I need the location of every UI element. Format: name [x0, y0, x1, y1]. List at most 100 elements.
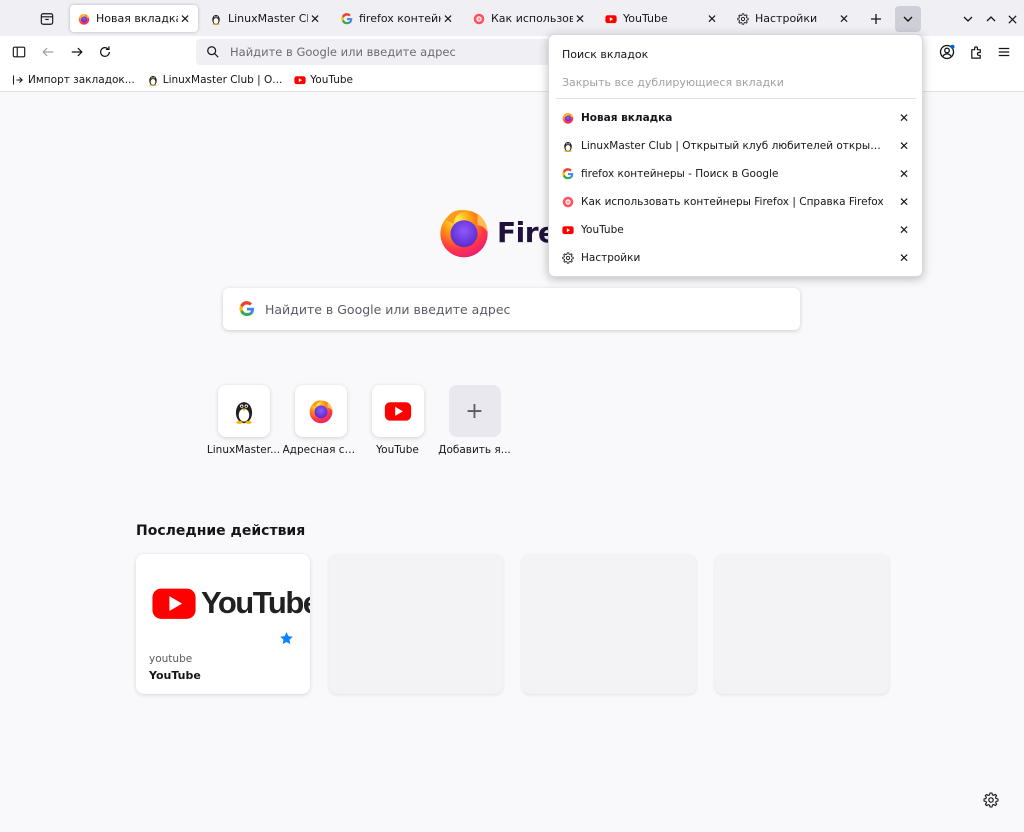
shortcut-label: Адресная ст... [282, 444, 359, 456]
tab-title: LinuxMaster Club [228, 12, 308, 25]
gear-icon[interactable] [983, 792, 999, 808]
tab-settings[interactable]: Настройки ✕ [729, 5, 857, 32]
close-icon[interactable]: ✕ [308, 12, 322, 26]
close-icon[interactable]: ✕ [897, 139, 911, 153]
tux-icon [562, 140, 574, 152]
card-title: YouTube [149, 669, 201, 682]
menu-button[interactable] [991, 39, 1017, 65]
plus-icon [871, 14, 881, 24]
shortcut-tile[interactable] [217, 385, 270, 437]
shortcut-tile[interactable] [371, 385, 424, 437]
shortcut-address-bar[interactable]: Адресная ст... [282, 385, 359, 456]
search-tabs-item[interactable]: Поиск вкладок [549, 42, 922, 66]
tux-icon [231, 398, 257, 424]
firefox-icon [562, 112, 574, 124]
tab-title: Настройки [755, 12, 818, 25]
tab-title: firefox контейнеры [359, 12, 441, 25]
extensions-button[interactable] [963, 39, 989, 65]
close-icon[interactable]: ✕ [441, 12, 455, 26]
url-bar[interactable] [196, 39, 556, 65]
close-icon[interactable]: ✕ [897, 167, 911, 181]
chevron-down-icon [903, 16, 913, 22]
firefox-support-icon [562, 196, 574, 208]
puzzle-icon [970, 45, 981, 59]
all-tabs-item[interactable]: LinuxMaster Club | Открытый клуб любител… [549, 132, 922, 160]
back-button[interactable] [35, 39, 61, 65]
hamburger-icon [998, 47, 1010, 57]
plus-icon[interactable]: + [448, 385, 501, 437]
youtube-logo: YouTube [151, 580, 310, 626]
account-button[interactable] [934, 39, 960, 65]
youtube-icon [384, 397, 412, 425]
all-tabs-panel: Поиск вкладок Закрыть все дублирующиеся … [548, 34, 923, 277]
all-tabs-item[interactable]: Как использовать контейнеры Firefox | Сп… [549, 188, 922, 216]
firefox-support-icon [473, 13, 485, 25]
google-icon [239, 301, 255, 317]
all-tabs-item[interactable]: Новая вкладка ✕ [549, 104, 922, 132]
url-input[interactable] [230, 45, 530, 59]
card-host: youtube [149, 653, 193, 665]
recent-card-placeholder [522, 554, 696, 694]
close-icon[interactable]: ✕ [705, 12, 719, 26]
newtab-search-box[interactable] [223, 288, 800, 330]
shortcut-label: Добавить я... [438, 444, 511, 456]
firefox-logo: Fire [437, 205, 557, 259]
youtube-icon [151, 580, 197, 626]
shortcut-label: YouTube [376, 444, 419, 456]
tux-icon [147, 74, 159, 86]
all-tabs-item[interactable]: YouTube ✕ [549, 216, 922, 244]
close-icon[interactable]: ✕ [178, 12, 192, 26]
all-tabs-item-title: Новая вкладка [581, 112, 673, 124]
shortcut-add[interactable]: + Добавить я... [436, 385, 513, 456]
sidebar-button[interactable] [6, 39, 32, 65]
close-icon[interactable]: ✕ [897, 111, 911, 125]
close-icon[interactable]: ✕ [897, 251, 911, 265]
all-tabs-item-title: Как использовать контейнеры Firefox | Сп… [581, 196, 884, 208]
tab-firefox-support[interactable]: Как использовать ✕ [465, 5, 593, 32]
newtab-search-input[interactable] [265, 301, 765, 317]
all-tabs-item[interactable]: firefox контейнеры - Поиск в Google ✕ [549, 160, 922, 188]
top-sites: LinuxMaster... Адресная ст... YouTube + … [205, 385, 513, 456]
recent-card-youtube[interactable]: YouTube youtube YouTube [136, 554, 310, 694]
bookmark-label: LinuxMaster Club | О... [162, 73, 283, 86]
close-duplicate-tabs-item[interactable]: Закрыть все дублирующиеся вкладки [549, 70, 922, 94]
account-icon [939, 44, 955, 60]
tab-youtube[interactable]: YouTube ✕ [597, 5, 725, 32]
reload-button[interactable] [92, 39, 118, 65]
separator [556, 98, 916, 99]
close-icon [1007, 14, 1017, 24]
bookmark-youtube[interactable]: YouTube [290, 70, 357, 90]
import-icon [12, 75, 23, 84]
close-icon[interactable]: ✕ [573, 12, 587, 26]
youtube-wordmark: YouTube [201, 585, 310, 620]
recent-card-placeholder [329, 554, 503, 694]
close-icon[interactable]: ✕ [897, 223, 911, 237]
firefox-view-button[interactable] [34, 6, 60, 32]
shortcut-youtube[interactable]: YouTube [359, 385, 436, 456]
firefox-icon [78, 13, 90, 25]
shortcut-linuxmaster[interactable]: LinuxMaster... [205, 385, 282, 456]
list-all-tabs-button[interactable] [895, 6, 921, 32]
gear-icon [737, 13, 749, 25]
firefox-icon [437, 205, 491, 259]
all-tabs-item[interactable]: Настройки ✕ [549, 244, 922, 272]
shortcut-label: LinuxMaster... [206, 444, 281, 456]
arrow-right-icon [71, 47, 83, 57]
new-tab-button[interactable] [863, 6, 889, 32]
bookmark-import[interactable]: Импорт закладок... [8, 70, 139, 90]
sidebar-icon [12, 46, 26, 58]
tux-icon [210, 13, 222, 25]
tab-linuxmaster[interactable]: LinuxMaster Club ✕ [202, 5, 328, 32]
tab-new-tab[interactable]: Новая вкладка ✕ [70, 5, 198, 32]
all-tabs-item-title: YouTube [581, 224, 624, 236]
all-tabs-item-title: LinuxMaster Club | Открытый клуб любител… [581, 140, 886, 152]
shortcut-tile[interactable] [294, 385, 347, 437]
bookmark-linuxmaster[interactable]: LinuxMaster Club | О... [143, 70, 287, 90]
window-close-button[interactable] [999, 6, 1024, 32]
close-icon[interactable]: ✕ [897, 195, 911, 209]
gear-icon [562, 252, 574, 264]
forward-button[interactable] [64, 39, 90, 65]
tab-google-search[interactable]: firefox контейнеры ✕ [333, 5, 461, 32]
recent-card-placeholder [715, 554, 889, 694]
close-icon[interactable]: ✕ [837, 12, 851, 26]
